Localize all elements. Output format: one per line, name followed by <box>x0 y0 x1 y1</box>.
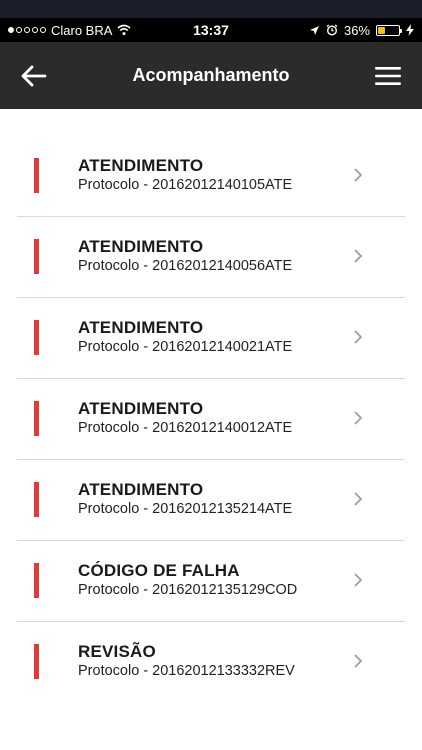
status-marker <box>34 320 39 355</box>
item-title: CÓDIGO DE FALHA <box>78 561 240 580</box>
status-marker <box>34 644 39 679</box>
carrier-label: Claro BRA <box>51 22 113 38</box>
item-title: ATENDIMENTO <box>78 480 204 499</box>
item-protocol: Protocolo - 20162012133332REV <box>78 663 295 679</box>
list-item[interactable]: ATENDIMENTO Protocolo - 20162012140056AT… <box>17 217 405 298</box>
battery-fill <box>378 26 386 34</box>
chevron-right-icon <box>354 330 363 344</box>
menu-button[interactable] <box>372 60 404 92</box>
list-item[interactable]: REVISÃO Protocolo - 20162012133332REV <box>17 622 405 703</box>
item-protocol: Protocolo - 20162012140021ATE <box>78 339 293 355</box>
item-title: ATENDIMENTO <box>78 399 204 418</box>
battery-icon <box>376 24 402 36</box>
hamburger-menu-icon <box>375 67 401 85</box>
protocol-list: ATENDIMENTO Protocolo - 20162012140105AT… <box>0 136 422 703</box>
status-bar: Claro BRA 13:37 36% <box>0 18 422 42</box>
list-item[interactable]: CÓDIGO DE FALHA Protocolo - 201620121351… <box>17 541 405 622</box>
arrow-left-icon <box>21 65 47 87</box>
status-marker <box>34 401 39 436</box>
chevron-right-icon <box>354 249 363 263</box>
chevron-right-icon <box>354 492 363 506</box>
item-title: REVISÃO <box>78 642 156 661</box>
top-band <box>0 0 422 18</box>
status-right: 36% <box>309 18 414 42</box>
status-marker <box>34 563 39 598</box>
item-protocol: Protocolo - 20162012140056ATE <box>78 258 293 274</box>
navigation-bar: Acompanhamento <box>0 42 422 109</box>
item-protocol: Protocolo - 20162012140105ATE <box>78 177 293 193</box>
item-title: ATENDIMENTO <box>78 237 204 256</box>
status-marker <box>34 482 39 517</box>
location-arrow-icon <box>309 25 319 35</box>
status-left: Claro BRA <box>8 18 131 42</box>
chevron-right-icon <box>354 168 363 182</box>
battery-percent: 36% <box>343 22 370 38</box>
back-button[interactable] <box>18 60 50 92</box>
chevron-right-icon <box>354 573 363 587</box>
chevron-right-icon <box>354 411 363 425</box>
alarm-clock-icon <box>326 24 338 36</box>
wifi-icon <box>117 24 131 36</box>
item-protocol: Protocolo - 20162012135214ATE <box>78 501 293 517</box>
status-marker <box>34 158 39 193</box>
page-title: Acompanhamento <box>132 65 290 85</box>
status-marker <box>34 239 39 274</box>
signal-strength-icon <box>8 27 46 33</box>
list-item[interactable]: ATENDIMENTO Protocolo - 20162012140105AT… <box>17 136 405 217</box>
item-protocol: Protocolo - 20162012135129COD <box>78 582 298 598</box>
list-item[interactable]: ATENDIMENTO Protocolo - 20162012140021AT… <box>17 298 405 379</box>
chevron-right-icon <box>354 654 363 668</box>
item-protocol: Protocolo - 20162012140012ATE <box>78 420 293 436</box>
list-item[interactable]: ATENDIMENTO Protocolo - 20162012135214AT… <box>17 460 405 541</box>
item-title: ATENDIMENTO <box>78 318 204 337</box>
item-title: ATENDIMENTO <box>78 156 204 175</box>
charging-bolt-icon <box>406 24 414 36</box>
list-item[interactable]: ATENDIMENTO Protocolo - 20162012140012AT… <box>17 379 405 460</box>
